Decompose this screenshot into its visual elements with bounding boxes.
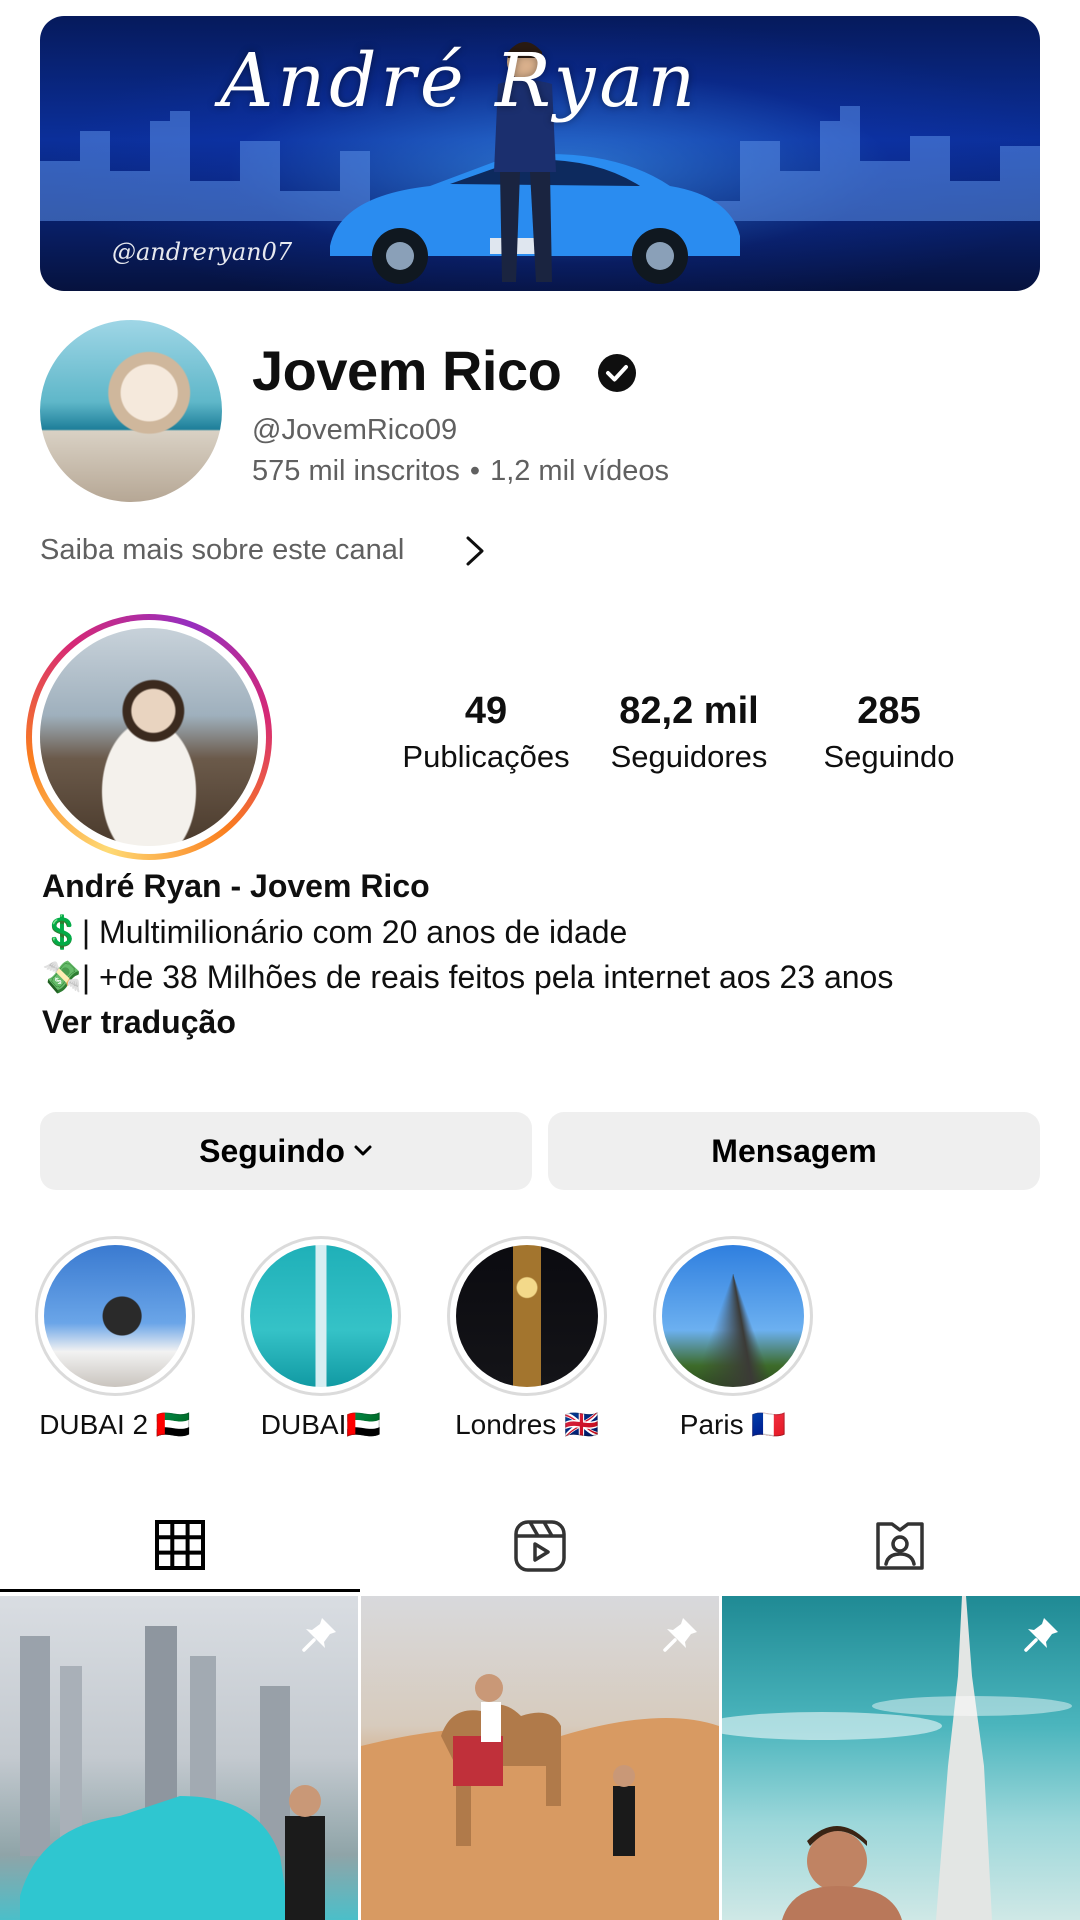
bio-line: 💸| +de 38 Milhões de reais feitos pela i… <box>42 959 894 995</box>
channel-banner: André Ryan @andreryan07 <box>40 16 1040 291</box>
see-translation-link[interactable]: Ver tradução <box>42 1004 236 1041</box>
verified-check-icon <box>598 354 636 392</box>
tab-posts-grid[interactable] <box>0 1500 360 1592</box>
pin-icon <box>302 1618 336 1652</box>
channel-avatar[interactable] <box>40 320 222 502</box>
video-count: 1,2 mil vídeos <box>490 455 669 487</box>
posts-count: 49 <box>464 690 508 732</box>
tagged-icon <box>876 1522 924 1570</box>
highlight-ring <box>447 1236 607 1396</box>
pin-icon <box>1024 1618 1058 1652</box>
story-ring-inner <box>32 620 266 854</box>
bio-line: 💲| Multimilionário com 20 anos de idade <box>42 914 628 950</box>
highlight-cover <box>456 1245 598 1387</box>
about-channel-link[interactable]: Saiba mais sobre este canal <box>40 534 404 567</box>
highlight-ring <box>241 1236 401 1396</box>
channel-handle: @JovemRico09 <box>252 414 458 446</box>
post-thumbnail[interactable] <box>722 1596 1080 1920</box>
tab-reels[interactable] <box>360 1500 720 1592</box>
following-count: 285 <box>857 690 921 732</box>
pin-icon <box>663 1618 697 1652</box>
highlight-dubai-2[interactable]: DUBAI 2 🇦🇪 <box>32 1236 198 1441</box>
banner-title: André Ryan <box>220 38 700 124</box>
highlight-label: DUBAI 2 🇦🇪 <box>39 1409 191 1440</box>
stats-separator: • <box>469 455 481 487</box>
following-button[interactable]: Seguindo <box>40 1112 532 1190</box>
tab-tagged[interactable] <box>720 1500 1080 1592</box>
following-label: Seguindo <box>823 739 955 774</box>
following-stat[interactable]: 285 Seguindo <box>806 690 972 775</box>
channel-stats: 575 mil inscritos • 1,2 mil vídeos <box>252 455 669 488</box>
profile-avatar[interactable] <box>40 628 258 846</box>
highlight-paris[interactable]: Paris 🇫🇷 <box>650 1236 816 1441</box>
posts-stat[interactable]: 49 Publicações <box>396 690 576 775</box>
channel-name: Jovem Rico <box>252 339 562 402</box>
chevron-down-icon <box>354 1145 372 1156</box>
post-thumbnail[interactable] <box>361 1596 719 1920</box>
message-button[interactable]: Mensagem <box>548 1112 1040 1190</box>
highlight-londres[interactable]: Londres 🇬🇧 <box>444 1236 610 1441</box>
highlight-dubai[interactable]: DUBAI🇦🇪 <box>238 1236 404 1441</box>
bio-name: André Ryan - Jovem Rico <box>42 868 430 904</box>
grid-icon <box>155 1519 205 1570</box>
subscriber-count: 575 mil inscritos <box>252 455 460 487</box>
chevron-right-icon[interactable] <box>462 534 488 568</box>
posts-label: Publicações <box>402 739 570 774</box>
reels-icon <box>514 1520 566 1572</box>
followers-count: 82,2 mil <box>619 690 759 732</box>
highlight-cover <box>662 1245 804 1387</box>
followers-label: Seguidores <box>610 739 768 774</box>
banner-handle: @andreryan07 <box>112 238 293 266</box>
following-button-label: Seguindo <box>199 1132 345 1169</box>
highlight-cover <box>44 1245 186 1387</box>
highlight-ring <box>35 1236 195 1396</box>
highlight-cover <box>250 1245 392 1387</box>
story-ring[interactable] <box>26 614 272 860</box>
followers-stat[interactable]: 82,2 mil Seguidores <box>594 690 784 775</box>
message-button-label: Mensagem <box>711 1132 877 1169</box>
highlight-label: Paris 🇫🇷 <box>679 1409 787 1440</box>
post-thumbnail[interactable] <box>0 1596 358 1920</box>
highlight-ring <box>653 1236 813 1396</box>
highlight-label: Londres 🇬🇧 <box>455 1409 599 1440</box>
highlight-label: DUBAI🇦🇪 <box>260 1409 382 1440</box>
